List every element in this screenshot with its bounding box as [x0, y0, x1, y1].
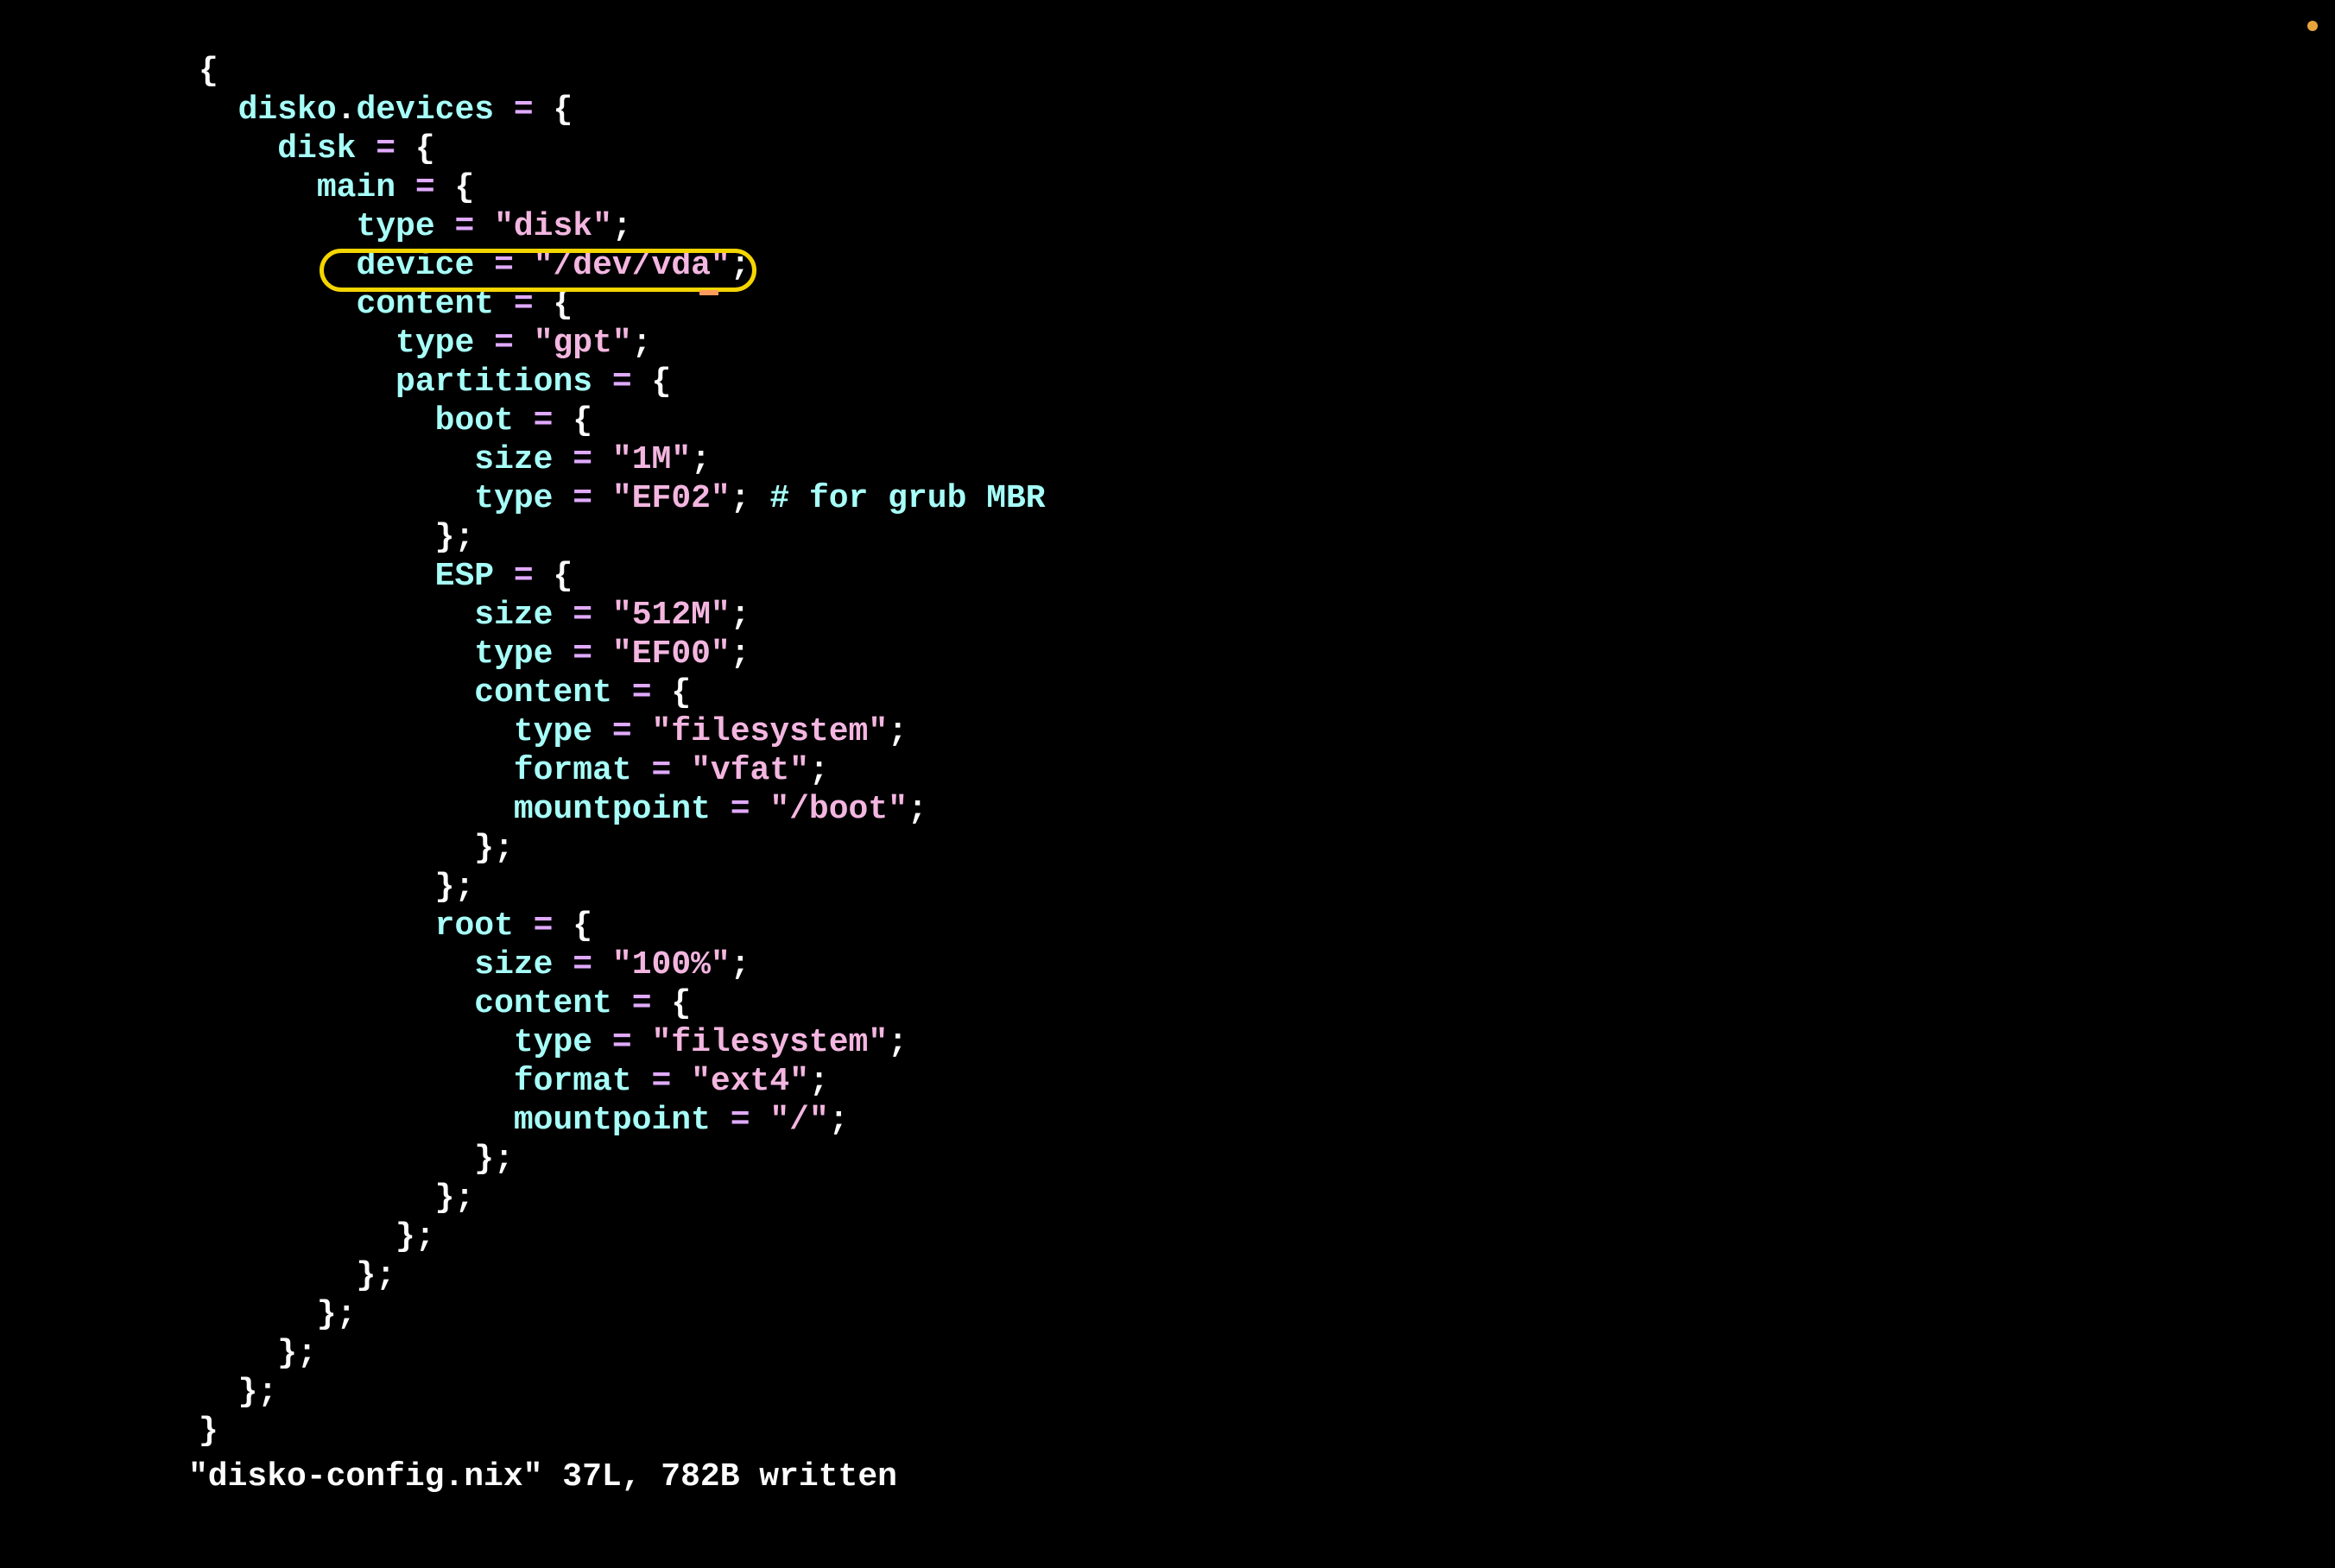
- code-line[interactable]: size = "100%";: [0, 945, 2335, 984]
- code-line[interactable]: content = {: [0, 673, 2335, 712]
- code-line[interactable]: type = "EF02"; # for grub MBR: [0, 479, 2335, 518]
- code-line[interactable]: type = "EF00";: [0, 635, 2335, 673]
- code-editor[interactable]: { disko.devices = { disk = { main = { ty…: [0, 0, 2335, 1568]
- code-line[interactable]: {: [0, 52, 2335, 91]
- code-line[interactable]: size = "1M";: [0, 440, 2335, 479]
- code-line[interactable]: disk = {: [0, 130, 2335, 168]
- code-line[interactable]: partitions = {: [0, 363, 2335, 401]
- code-line[interactable]: format = "vfat";: [0, 751, 2335, 790]
- code-line[interactable]: main = {: [0, 168, 2335, 207]
- code-line[interactable]: type = "gpt";: [0, 324, 2335, 363]
- code-line[interactable]: root = {: [0, 907, 2335, 945]
- code-line[interactable]: disko.devices = {: [0, 91, 2335, 130]
- code-line[interactable]: ESP = {: [0, 557, 2335, 596]
- code-line[interactable]: format = "ext4";: [0, 1062, 2335, 1101]
- code-line[interactable]: type = "filesystem";: [0, 712, 2335, 751]
- code-line[interactable]: size = "512M";: [0, 596, 2335, 635]
- code-line[interactable]: type = "disk";: [0, 207, 2335, 246]
- code-line[interactable]: };: [0, 1217, 2335, 1256]
- code-line[interactable]: };: [0, 1334, 2335, 1373]
- vim-status-line: "disko-config.nix" 37L, 782B written: [0, 1458, 897, 1495]
- code-line[interactable]: type = "filesystem";: [0, 1023, 2335, 1062]
- code-line[interactable]: }: [0, 1412, 2335, 1451]
- code-line[interactable]: };: [0, 1179, 2335, 1217]
- code-line[interactable]: };: [0, 868, 2335, 907]
- annotation-highlight-oval: [320, 249, 756, 292]
- code-line[interactable]: };: [0, 1295, 2335, 1334]
- code-line[interactable]: };: [0, 829, 2335, 868]
- code-line[interactable]: mountpoint = "/";: [0, 1101, 2335, 1140]
- status-indicator-icon: [2307, 21, 2318, 31]
- code-line[interactable]: content = {: [0, 984, 2335, 1023]
- code-line[interactable]: };: [0, 1373, 2335, 1412]
- code-line[interactable]: };: [0, 1256, 2335, 1295]
- text-cursor: [699, 290, 718, 295]
- code-line[interactable]: mountpoint = "/boot";: [0, 790, 2335, 829]
- code-line[interactable]: };: [0, 1140, 2335, 1179]
- code-line[interactable]: boot = {: [0, 401, 2335, 440]
- code-line[interactable]: };: [0, 518, 2335, 557]
